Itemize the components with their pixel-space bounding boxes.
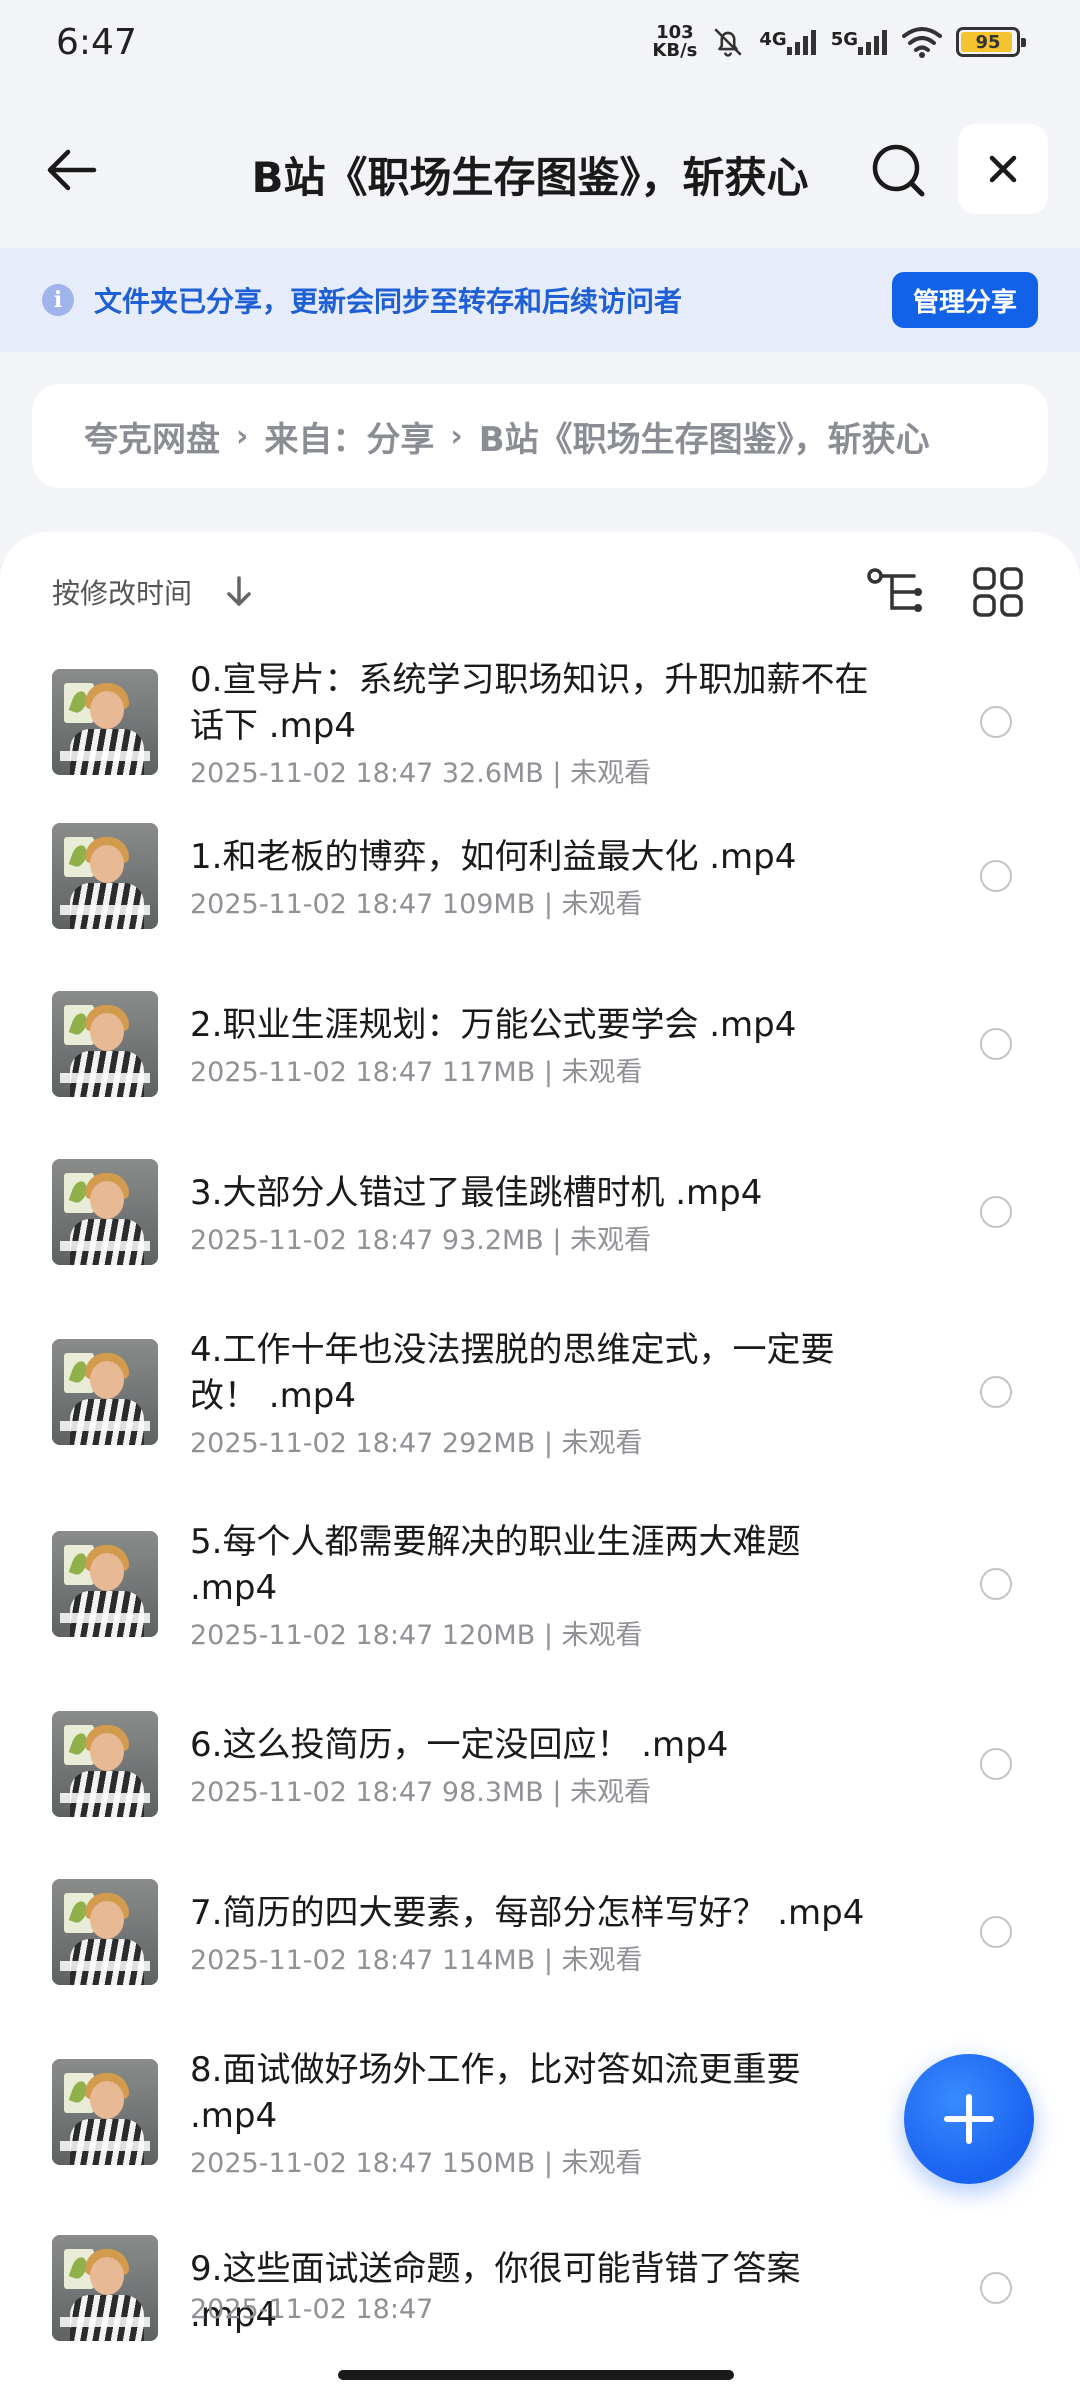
- select-radio[interactable]: [980, 2272, 1012, 2304]
- video-thumbnail[interactable]: [52, 1879, 158, 1985]
- chevron-right-icon: ›: [236, 418, 249, 454]
- video-thumbnail[interactable]: [52, 1339, 158, 1445]
- network-type-1: 4G: [759, 29, 787, 50]
- file-name: 0.宣导片：系统学习职场知识，升职加薪不在话下 .mp4: [190, 660, 869, 746]
- chevron-right-icon: ›: [450, 418, 463, 454]
- file-meta: 2025-11-02 18:47 93.2MB | 未观看: [190, 1225, 652, 1256]
- video-thumbnail[interactable]: [52, 1711, 158, 1817]
- back-button[interactable]: [40, 138, 104, 202]
- file-row[interactable]: 4.工作十年也没法摆脱的思维定式，一定要改！ .mp4 2025-11-02 18…: [0, 1296, 1080, 1488]
- breadcrumb: 夸克网盘 › 来自：分享 › B站《职场生存图鉴》，斩获心: [32, 384, 1048, 488]
- breadcrumb-item-shared[interactable]: 来自：分享: [264, 412, 434, 461]
- file-meta: 2025-11-02 18:47 150MB | 未观看: [190, 2148, 643, 2179]
- video-thumbnail[interactable]: [52, 1531, 158, 1637]
- sort-by-modified-time[interactable]: 按修改时间: [52, 572, 192, 612]
- file-row[interactable]: 1.和老板的博弈，如何利益最大化 .mp4 2025-11-02 18:47 10…: [0, 792, 1080, 960]
- file-row[interactable]: 3.大部分人错过了最佳跳槽时机 .mp4 2025-11-02 18:47 93.…: [0, 1128, 1080, 1296]
- battery-icon: 95: [956, 27, 1026, 57]
- cell-signal-1: 4G: [759, 29, 816, 55]
- file-meta: 2025-11-02 18:47 114MB | 未观看: [190, 1945, 643, 1976]
- file-meta: 2025-11-02 18:47 98.3MB | 未观看: [190, 1777, 652, 1808]
- select-radio[interactable]: [980, 1376, 1012, 1408]
- video-thumbnail[interactable]: [52, 1159, 158, 1265]
- file-name: 6.这么投简历，一定没回应！ .mp4: [190, 1725, 729, 1765]
- file-name: 2.职业生涯规划：万能公式要学会 .mp4: [190, 1005, 797, 1045]
- mute-bell-icon: [714, 28, 743, 57]
- file-name: 4.工作十年也没法摆脱的思维定式，一定要改！ .mp4: [190, 1330, 835, 1416]
- home-indicator[interactable]: [338, 2370, 734, 2380]
- video-thumbnail[interactable]: [52, 669, 158, 775]
- search-button[interactable]: [866, 138, 930, 202]
- network-speed: 103 KB/s: [652, 24, 697, 60]
- file-meta: 2025-11-02 18:47 117MB | 未观看: [190, 1057, 643, 1088]
- sort-toolbar: 按修改时间: [0, 532, 1080, 652]
- status-time: 6:47: [56, 22, 137, 63]
- status-bar: 6:47 103 KB/s 4G 5G 95: [0, 0, 1080, 92]
- manage-share-button[interactable]: 管理分享: [892, 272, 1038, 328]
- battery-cap: [1021, 38, 1026, 47]
- grid-view-icon[interactable]: [972, 566, 1024, 618]
- header: B站《职场生存图鉴》，斩获心: [0, 110, 1080, 230]
- select-radio[interactable]: [980, 1028, 1012, 1060]
- status-icons: 103 KB/s 4G 5G 95: [652, 24, 1026, 60]
- network-speed-unit: KB/s: [652, 40, 698, 61]
- select-radio[interactable]: [980, 1568, 1012, 1600]
- file-row[interactable]: 7.简历的四大要素，每部分怎样写好？ .mp4 2025-11-02 18:47 …: [0, 1848, 1080, 2016]
- signal-bars-icon: [786, 30, 816, 55]
- select-radio[interactable]: [980, 1196, 1012, 1228]
- select-radio[interactable]: [980, 1916, 1012, 1948]
- back-arrow-icon: [47, 149, 97, 191]
- file-name: 7.简历的四大要素，每部分怎样写好？ .mp4: [190, 1893, 865, 1933]
- tree-view-icon[interactable]: [866, 566, 926, 618]
- add-button[interactable]: [904, 2054, 1034, 2184]
- info-icon: i: [42, 284, 74, 316]
- video-thumbnail[interactable]: [52, 991, 158, 1097]
- file-meta: 2025-11-02 18:47: [190, 2294, 434, 2325]
- file-meta: 2025-11-02 18:47 109MB | 未观看: [190, 889, 643, 920]
- search-icon: [872, 144, 925, 197]
- file-meta: 2025-11-02 18:47 120MB | 未观看: [190, 1620, 643, 1651]
- share-banner: i 文件夹已分享，更新会同步至转存和后续访问者 管理分享: [0, 248, 1080, 352]
- signal-bars-icon: [858, 30, 887, 55]
- select-radio[interactable]: [980, 860, 1012, 892]
- breadcrumb-item-root[interactable]: 夸克网盘: [84, 412, 220, 461]
- wifi-icon: [902, 27, 942, 58]
- file-row[interactable]: 5.每个人都需要解决的职业生涯两大难题 .mp4 2025-11-02 18:47…: [0, 1488, 1080, 1680]
- network-type-2: 5G: [830, 29, 858, 50]
- file-row[interactable]: 0.宣导片：系统学习职场知识，升职加薪不在话下 .mp4 2025-11-02 1…: [0, 652, 1080, 792]
- battery-percent: 95: [975, 31, 1001, 53]
- arrow-down-icon[interactable]: [222, 574, 256, 610]
- video-thumbnail[interactable]: [52, 823, 158, 929]
- select-radio[interactable]: [980, 1748, 1012, 1780]
- file-meta: 2025-11-02 18:47 292MB | 未观看: [190, 1428, 643, 1459]
- file-row[interactable]: 2.职业生涯规划：万能公式要学会 .mp4 2025-11-02 18:47 11…: [0, 960, 1080, 1128]
- close-button[interactable]: [958, 124, 1048, 214]
- page-title: B站《职场生存图鉴》，斩获心: [251, 153, 809, 202]
- file-name: 1.和老板的博弈，如何利益最大化 .mp4: [190, 837, 797, 877]
- breadcrumb-item-current[interactable]: B站《职场生存图鉴》，斩获心: [479, 412, 930, 461]
- video-thumbnail[interactable]: [52, 2235, 158, 2341]
- file-row[interactable]: 6.这么投简历，一定没回应！ .mp4 2025-11-02 18:47 98.3…: [0, 1680, 1080, 1848]
- file-name: 5.每个人都需要解决的职业生涯两大难题 .mp4: [190, 1522, 801, 1608]
- file-row[interactable]: 9.这些面试送命题，你很可能背错了答案 .mp4 2025-11-02 18:47: [0, 2208, 1080, 2368]
- close-icon: [989, 155, 1017, 183]
- file-meta: 2025-11-02 18:47 32.6MB | 未观看: [190, 758, 652, 789]
- file-name: 8.面试做好场外工作，比对答如流更重要 .mp4: [190, 2050, 801, 2136]
- video-thumbnail[interactable]: [52, 2059, 158, 2165]
- plus-icon: [944, 2094, 994, 2144]
- file-name: 3.大部分人错过了最佳跳槽时机 .mp4: [190, 1173, 763, 1213]
- cell-signal-2: 5G: [831, 29, 888, 55]
- share-notice-text: 文件夹已分享，更新会同步至转存和后续访问者: [94, 285, 683, 318]
- select-radio[interactable]: [980, 706, 1012, 738]
